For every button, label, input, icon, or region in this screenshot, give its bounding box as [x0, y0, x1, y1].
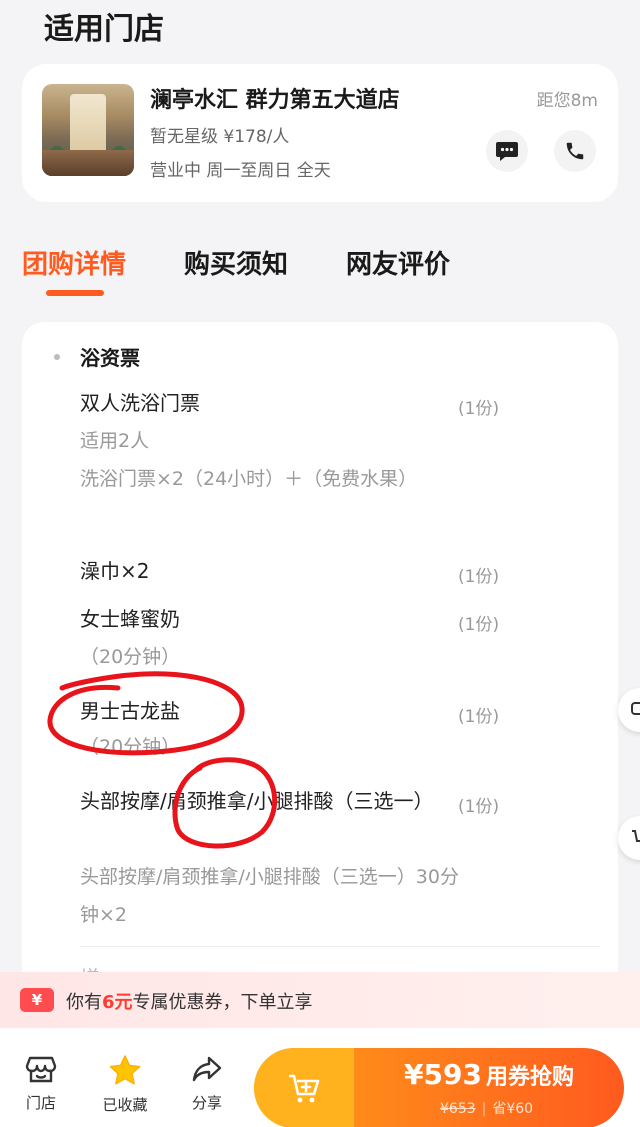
chat-icon [631, 702, 640, 715]
store-rating: 暂无星级 ¥178/人 [150, 127, 290, 147]
item-qty: (1份) [458, 615, 500, 635]
bottom-action-bar: 门店 已收藏 分享 ¥593 用券抢购 ¥653 | 省¥60 [0, 1028, 640, 1127]
store-hours: 营业中 周一至周日 全天 [150, 161, 331, 181]
store-photo[interactable] [42, 84, 134, 176]
nav-share[interactable]: 分享 [172, 1054, 242, 1113]
item-name: 男士古龙盐 [80, 699, 180, 723]
star-icon [109, 1055, 141, 1085]
deal-detail-card: 浴资票 双人洗浴门票 (1份) 适用2人 洗浴门票×2（24小时）＋（免费水果）… [22, 322, 618, 1022]
item-qty: (1份) [458, 399, 500, 419]
item-name: 女士蜂蜜奶 [80, 607, 180, 631]
bullet-dot [54, 354, 60, 360]
original-price: ¥653 [440, 1101, 476, 1117]
category-title: 浴资票 [80, 346, 140, 370]
nav-store-label: 门店 [25, 1094, 56, 1112]
deal-price: ¥593 [404, 1058, 482, 1091]
item-qty: (1份) [458, 707, 500, 727]
item-name: 双人洗浴门票 [80, 391, 200, 415]
message-button[interactable] [486, 130, 528, 172]
chat-float-button[interactable] [618, 688, 640, 732]
phone-icon [566, 142, 584, 160]
item-sub: （20分钟） [80, 646, 181, 668]
item-sub: （20分钟） [80, 736, 181, 758]
coupon-icon: ¥ [20, 988, 54, 1012]
add-to-cart-button[interactable] [254, 1048, 354, 1127]
cart-icon [632, 830, 640, 842]
cart-float-button[interactable] [618, 816, 640, 860]
message-icon [496, 142, 518, 161]
item-sub: 适用2人 [80, 430, 150, 452]
coupon-banner[interactable]: ¥ 你有6元专属优惠券，下单立享 [0, 972, 640, 1028]
store-icon [25, 1056, 57, 1083]
nav-favorite[interactable]: 已收藏 [90, 1054, 160, 1115]
nav-favorite-label: 已收藏 [102, 1096, 148, 1114]
share-icon [192, 1056, 222, 1082]
divider [80, 946, 600, 947]
buy-cta: 用券抢购 [485, 1065, 574, 1090]
savings: 省¥60 [492, 1101, 534, 1117]
phone-button[interactable] [554, 130, 596, 172]
store-card[interactable]: 澜亭水汇 群力第五大道店 距您8m 暂无星级 ¥178/人 营业中 周一至周日 … [22, 64, 618, 202]
coupon-text: 你有6元专属优惠券，下单立享 [66, 992, 313, 1013]
tab-reviews[interactable]: 网友评价 [346, 244, 450, 281]
item-sub: 洗浴门票×2（24小时）＋（免费水果） [80, 468, 418, 490]
active-tab-indicator [46, 290, 104, 296]
item-qty: (1份) [458, 567, 500, 587]
item-sub: 头部按摩/肩颈推拿/小腿排酸（三选一）30分钟×2 [80, 866, 459, 926]
item-name: 澡巾×2 [80, 559, 150, 583]
cart-plus-icon [289, 1074, 320, 1103]
nav-store[interactable]: 门店 [6, 1054, 76, 1113]
item-name: 头部按摩/肩颈推拿/小腿排酸（三选一） [80, 789, 434, 813]
buy-with-coupon-button[interactable]: ¥593 用券抢购 ¥653 | 省¥60 [254, 1048, 624, 1127]
store-name: 澜亭水汇 群力第五大道店 [150, 88, 400, 113]
buy-label: ¥593 用券抢购 [404, 1058, 574, 1091]
section-title: 适用门店 [44, 12, 164, 47]
tab-bar: 团购详情 购买须知 网友评价 [0, 236, 640, 306]
price-breakdown: ¥653 | 省¥60 [440, 1101, 534, 1117]
item-qty: (1份) [458, 797, 500, 817]
tab-purchase-notes[interactable]: 购买须知 [184, 244, 288, 281]
tab-deal-details[interactable]: 团购详情 [22, 244, 126, 281]
store-distance: 距您8m [536, 91, 598, 111]
nav-share-label: 分享 [191, 1094, 222, 1112]
